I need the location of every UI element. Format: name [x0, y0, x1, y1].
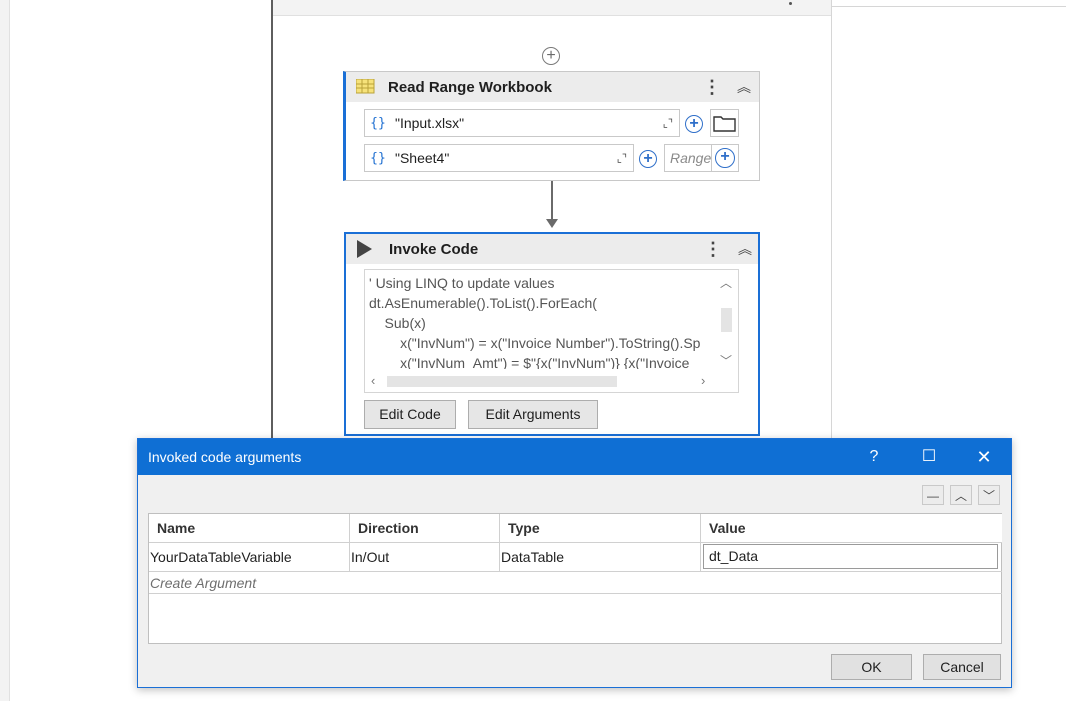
code-line: Sub(x)	[369, 315, 426, 331]
column-header-name[interactable]: Name	[149, 514, 350, 543]
curly-braces-icon[interactable]: {}	[365, 116, 391, 131]
argument-type-cell[interactable]: DataTable	[500, 543, 701, 572]
divider	[149, 593, 1002, 594]
code-text[interactable]: ' Using LINQ to update values dt.AsEnume…	[369, 273, 717, 369]
vertical-scrollbar-thumb[interactable]	[721, 308, 732, 332]
code-line: ' Using LINQ to update values	[369, 275, 555, 291]
close-icon[interactable]: ✕	[964, 439, 1004, 475]
column-header-type[interactable]: Type	[500, 514, 701, 543]
cancel-button[interactable]: Cancel	[923, 654, 1001, 680]
move-up-icon[interactable]: ︿	[950, 485, 972, 505]
add-icon[interactable]: +	[685, 115, 703, 133]
play-icon	[357, 240, 372, 258]
excel-table-icon	[355, 78, 376, 95]
connector-arrow-icon	[546, 219, 558, 228]
sequence-border-right	[831, 0, 832, 440]
kebab-menu-icon[interactable]: ⋮	[703, 77, 721, 98]
argument-value-cell[interactable]: dt_Data	[701, 543, 1002, 572]
add-icon[interactable]: +	[639, 150, 657, 168]
horizontal-scrollbar-thumb[interactable]	[387, 376, 617, 387]
code-line: x("InvNum_Amt") = $"{x("InvNum")} {x("In…	[369, 355, 690, 369]
collapse-icon[interactable]: ︽	[738, 239, 752, 259]
move-down-icon[interactable]: ﹀	[978, 485, 1000, 505]
scroll-down-icon[interactable]: ﹀	[720, 352, 732, 369]
ok-button[interactable]: OK	[831, 654, 912, 680]
canvas-left-strip	[0, 0, 10, 701]
activity-title: Invoke Code	[389, 240, 479, 258]
connector-line	[551, 181, 553, 221]
edit-arguments-button[interactable]: Edit Arguments	[468, 400, 598, 429]
column-header-value[interactable]: Value	[701, 514, 1002, 543]
folder-icon[interactable]	[710, 109, 739, 137]
divider	[832, 6, 1066, 7]
add-icon[interactable]: +	[715, 148, 735, 168]
scroll-up-icon[interactable]: ︿	[720, 274, 732, 291]
code-line: x("InvNum") = x("Invoice Number").ToStri…	[369, 335, 701, 351]
arguments-grid: Name Direction Type Value YourDataTableV…	[148, 513, 1002, 644]
code-editor[interactable]: ' Using LINQ to update values dt.AsEnume…	[364, 269, 739, 393]
curly-braces-icon[interactable]: {}	[365, 151, 391, 166]
collapse-icon[interactable]: ︽	[737, 77, 751, 97]
sheet-name-value: "Sheet4"	[395, 150, 450, 166]
sequence-border-left	[271, 0, 273, 440]
add-activity-icon[interactable]: +	[542, 47, 560, 65]
argument-value-input[interactable]: dt_Data	[703, 544, 998, 569]
workbook-path-field[interactable]: {} "Input.xlsx" ⌞⌝	[364, 109, 680, 137]
activity-header: Invoke Code ⋮ ︽	[346, 234, 758, 264]
maximize-icon[interactable]: ☐	[909, 439, 949, 475]
edit-code-button[interactable]: Edit Code	[364, 400, 456, 429]
invoked-code-arguments-dialog: Invoked code arguments ? ☐ ✕ — ︿ ﹀ Name …	[137, 438, 1012, 688]
workbook-path-value: "Input.xlsx"	[395, 115, 465, 131]
sheet-name-field[interactable]: {} "Sheet4" ⌞⌝	[364, 144, 634, 172]
argument-name-cell[interactable]: YourDataTableVariable	[149, 543, 350, 572]
column-header-direction[interactable]: Direction	[350, 514, 500, 543]
range-add-box[interactable]: +	[711, 144, 739, 172]
create-argument-link[interactable]: Create Argument	[150, 575, 256, 591]
range-placeholder: Range	[670, 150, 712, 166]
activity-header: Read Range Workbook ⋮ ︽	[346, 72, 759, 102]
kebab-menu-icon[interactable]: ⋮	[704, 239, 722, 260]
sequence-header	[272, 0, 832, 16]
scroll-left-icon[interactable]: ‹	[371, 373, 375, 388]
help-icon[interactable]: ?	[854, 439, 894, 475]
expand-icon[interactable]: ⌞⌝	[617, 152, 627, 165]
activity-title: Read Range Workbook	[388, 78, 552, 96]
argument-direction-cell[interactable]: In/Out	[350, 543, 500, 572]
range-field[interactable]: Range	[664, 144, 712, 172]
remove-icon[interactable]: —	[922, 485, 944, 505]
sequence-menu-icon[interactable]	[789, 2, 792, 5]
scroll-right-icon[interactable]: ›	[701, 373, 705, 388]
dialog-title: Invoked code arguments	[148, 449, 302, 465]
code-line: dt.AsEnumerable().ToList().ForEach(	[369, 295, 597, 311]
expand-icon[interactable]: ⌞⌝	[663, 117, 673, 130]
